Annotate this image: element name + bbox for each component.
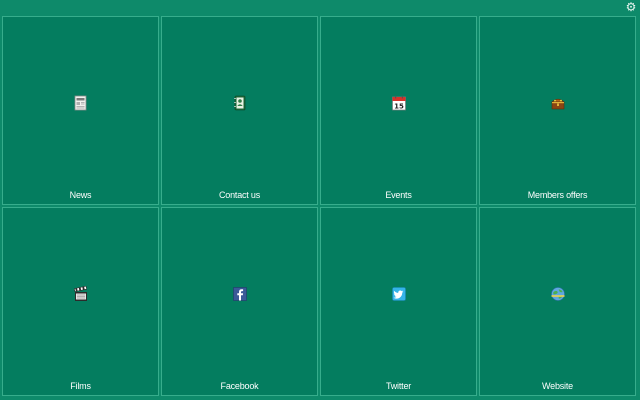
globe-icon [550, 286, 566, 302]
facebook-icon [232, 286, 248, 302]
tile-website[interactable]: Website [479, 207, 636, 396]
tile-grid: News Contact us 15 Events Members offers… [2, 16, 638, 398]
app-window: ⚙ News Contact us 15 Events Members offe… [0, 0, 640, 400]
calendar-icon: 15 [391, 95, 407, 111]
tile-label: Members offers [527, 190, 588, 200]
tile-label: Events [385, 190, 412, 200]
tile-label: Facebook [220, 381, 259, 391]
tile-twitter[interactable]: Twitter [320, 207, 477, 396]
tile-members-offers[interactable]: Members offers [479, 16, 636, 205]
calendar-day-number: 15 [394, 103, 404, 111]
tile-label: Films [70, 381, 91, 391]
tile-label: News [69, 190, 92, 200]
address-book-icon [232, 95, 248, 111]
tile-label: Contact us [218, 190, 261, 200]
tile-facebook[interactable]: Facebook [161, 207, 318, 396]
tile-films[interactable]: Films [2, 207, 159, 396]
tile-events[interactable]: 15 Events [320, 16, 477, 205]
newspaper-icon [73, 95, 89, 111]
clapperboard-icon [73, 286, 89, 302]
tile-label: Website [542, 381, 573, 391]
treasure-chest-icon [550, 95, 566, 111]
twitter-icon [391, 286, 407, 302]
tile-label: Twitter [385, 381, 412, 391]
tile-news[interactable]: News [2, 16, 159, 205]
gear-icon[interactable]: ⚙ [625, 1, 637, 13]
tile-contact-us[interactable]: Contact us [161, 16, 318, 205]
top-bar: ⚙ [0, 0, 640, 16]
